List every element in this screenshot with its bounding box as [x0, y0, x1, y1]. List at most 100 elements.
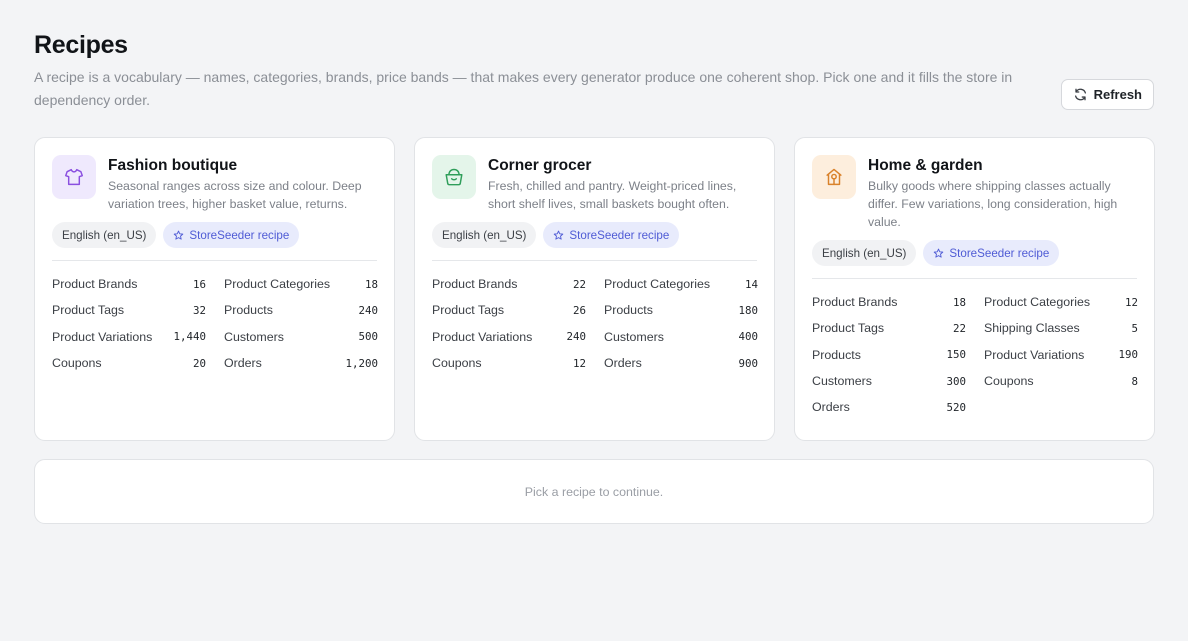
recipe-title: Corner grocer: [488, 157, 592, 174]
stat-value: 300: [946, 374, 966, 388]
stat-label: Coupons: [52, 356, 102, 371]
stat-value: 20: [192, 356, 206, 370]
recipe-title: Home & garden: [868, 157, 983, 174]
stat-row: Product Brands 18: [812, 289, 966, 315]
stat-row: Coupons 12: [432, 350, 586, 376]
refresh-button-label: Refresh: [1093, 87, 1142, 102]
stat-value: 900: [738, 356, 758, 370]
stat-value: 12: [1124, 295, 1138, 309]
house-icon: [812, 155, 856, 199]
stat-value: 150: [946, 348, 966, 362]
refresh-button[interactable]: Refresh: [1060, 79, 1154, 110]
recipe-description: Bulky goods where shipping classes actua…: [868, 179, 1118, 229]
recipes-page: Recipes A recipe is a vocabulary — names…: [0, 0, 1188, 524]
tshirt-icon: [52, 155, 96, 199]
recipe-badge-label: StoreSeeder recipe: [189, 228, 290, 242]
stat-value: 240: [566, 330, 586, 344]
language-badge: English (en_US): [432, 222, 537, 248]
stat-row: Product Categories 12: [984, 289, 1138, 315]
stat-row: Customers 300: [812, 368, 966, 394]
stat-value: 1,200: [345, 356, 378, 370]
recipe-stats: Product Brands 22 Product Categories 14 Pr…: [432, 271, 758, 376]
recipe-badge-label: StoreSeeder recipe: [949, 246, 1050, 260]
stat-value: 8: [1131, 374, 1138, 388]
stat-row: Product Categories 14: [604, 271, 758, 297]
stat-row: Orders 520: [812, 394, 966, 420]
star-icon: [554, 230, 564, 240]
stat-label: Orders: [604, 356, 642, 371]
stat-label: Product Brands: [432, 277, 518, 292]
stat-value: 32: [192, 303, 206, 317]
stat-label: Shipping Classes: [984, 321, 1080, 336]
recipe-badge: StoreSeeder recipe: [163, 222, 300, 248]
stat-row: Customers 400: [604, 324, 758, 350]
stat-value: 18: [364, 277, 378, 291]
recipe-card-header: Fashion boutique Seasonal ranges across …: [52, 155, 377, 213]
page-description: A recipe is a vocabulary — names, catego…: [34, 69, 1013, 108]
stat-row: Product Variations 190: [984, 342, 1138, 368]
recipe-stats: Product Brands 18 Product Categories 12 Pr…: [812, 289, 1138, 420]
stat-label: Product Tags: [812, 321, 885, 336]
stat-row: Product Brands 22: [432, 271, 586, 297]
stat-value: 400: [738, 330, 758, 344]
stat-row: Product Categories 18: [224, 271, 378, 297]
stat-label: Products: [812, 347, 861, 362]
star-icon: [174, 230, 184, 240]
recipe-title: Fashion boutique: [108, 157, 238, 174]
recipe-badge-label: StoreSeeder recipe: [569, 228, 670, 242]
status-message: Pick a recipe to continue.: [524, 484, 664, 499]
stat-row: Product Variations 240: [432, 324, 586, 350]
stat-label: Customers: [224, 329, 284, 344]
stat-value: 22: [952, 321, 966, 335]
stat-label: Product Tags: [52, 303, 125, 318]
stat-row: Products 180: [604, 297, 758, 323]
recipe-card-corner-grocer[interactable]: Corner grocer Fresh, chilled and pantry.…: [414, 137, 775, 441]
stat-label: Product Categories: [224, 277, 331, 292]
stat-value: 5: [1131, 321, 1138, 335]
recipe-card-header: Corner grocer Fresh, chilled and pantry.…: [432, 155, 757, 213]
stat-row: Coupons 20: [52, 350, 206, 376]
status-panel: Pick a recipe to continue.: [34, 459, 1154, 524]
recipe-stats: Product Brands 16 Product Categories 18 Pr…: [52, 271, 378, 376]
stat-value: 12: [572, 356, 586, 370]
stat-row: Shipping Classes 5: [984, 315, 1138, 341]
recipe-card-list: Fashion boutique Seasonal ranges across …: [34, 137, 1155, 441]
divider: [432, 260, 757, 261]
stat-label: Customers: [812, 374, 872, 389]
stat-row: Product Tags 22: [812, 315, 966, 341]
stat-row: Product Brands 16: [52, 271, 206, 297]
stat-label: Product Tags: [432, 303, 505, 318]
stat-value: 26: [572, 303, 586, 317]
language-badge: English (en_US): [52, 222, 157, 248]
stat-row: Orders 1,200: [224, 350, 378, 376]
recipe-card-header: Home & garden Bulky goods where shipping…: [812, 155, 1137, 231]
stat-row: Customers 500: [224, 324, 378, 350]
stat-label: Customers: [604, 329, 664, 344]
stat-row: Product Variations 1,440: [52, 324, 206, 350]
stat-label: Products: [604, 303, 653, 318]
stat-row: Product Tags 26: [432, 297, 586, 323]
stat-value: 1,440: [173, 330, 206, 344]
stat-value: 500: [358, 330, 378, 344]
stat-value: 190: [1118, 348, 1138, 362]
stat-label: Product Variations: [52, 329, 153, 344]
divider: [52, 260, 377, 261]
stat-label: Orders: [812, 400, 850, 415]
stat-row: Product Tags 32: [52, 297, 206, 323]
stat-row: Products 240: [224, 297, 378, 323]
recipe-card-fashion-boutique[interactable]: Fashion boutique Seasonal ranges across …: [34, 137, 395, 441]
recipe-card-text: Corner grocer Fresh, chilled and pantry.…: [488, 155, 757, 213]
stat-value: 240: [358, 303, 378, 317]
recipe-tags: English (en_US) StoreSeeder recipe: [432, 222, 757, 248]
stat-label: Orders: [224, 356, 262, 371]
recipe-card-home-garden[interactable]: Home & garden Bulky goods where shipping…: [794, 137, 1155, 441]
divider: [812, 278, 1137, 279]
stat-value: 520: [946, 400, 966, 414]
stat-value: 18: [952, 295, 966, 309]
stat-label: Product Variations: [432, 329, 533, 344]
stat-row: Orders 900: [604, 350, 758, 376]
recipe-description: Seasonal ranges across size and colour. …: [108, 179, 362, 211]
stat-label: Product Brands: [812, 295, 898, 310]
language-badge: English (en_US): [812, 240, 917, 266]
recipe-card-text: Fashion boutique Seasonal ranges across …: [108, 155, 377, 213]
